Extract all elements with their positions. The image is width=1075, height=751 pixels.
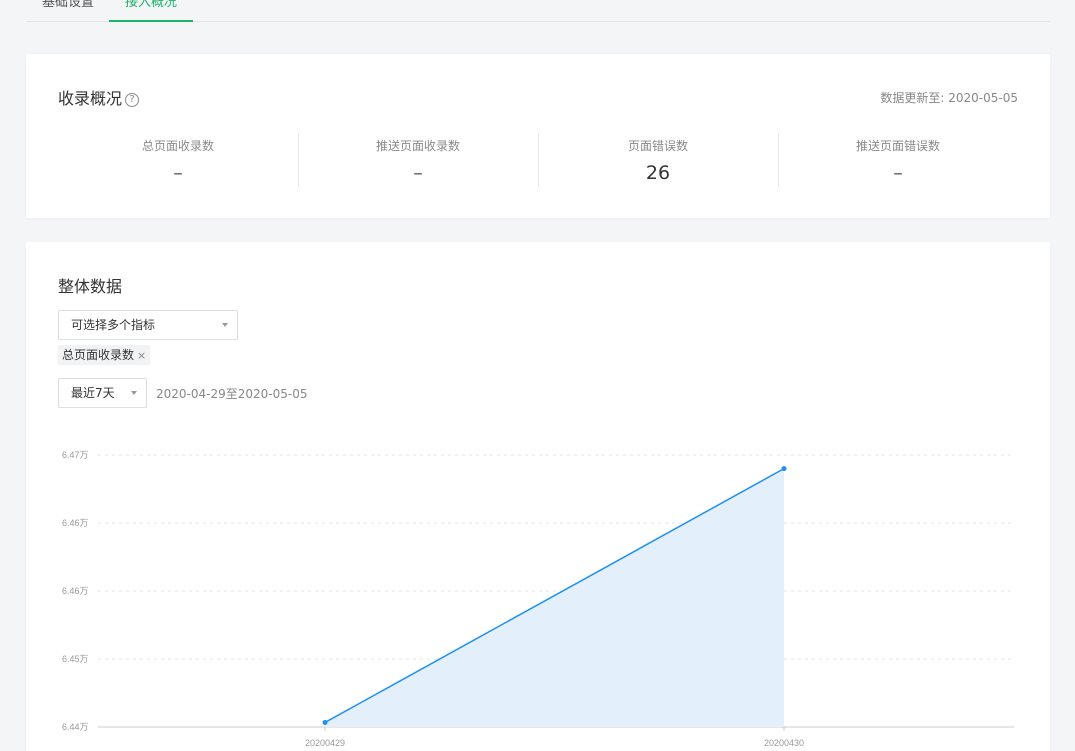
- stat-value: 26: [645, 162, 671, 184]
- metric-select[interactable]: 可选择多个指标: [58, 310, 238, 340]
- close-icon[interactable]: ×: [137, 349, 146, 362]
- stats-row: 总页面收录数 – 推送页面收录数 – 页面错误数 26 推送页面错误数 –: [58, 133, 1018, 187]
- metric-select-placeholder: 可选择多个指标: [71, 318, 156, 332]
- stat-label: 页面错误数: [627, 139, 688, 153]
- tab-bar: 基础设置 接入概况: [26, 0, 1050, 22]
- help-icon[interactable]: ?: [125, 93, 140, 107]
- tag-label: 总页面收录数: [62, 348, 135, 362]
- stat-pushed-errors: 推送页面错误数 –: [778, 133, 1018, 187]
- index-overview-card: 收录概况? 数据更新至: 2020-05-05 总页面收录数 – 推送页面收录数…: [26, 54, 1050, 218]
- overview-title-text: 收录概况: [58, 89, 123, 108]
- caret-down-icon: [222, 323, 228, 327]
- y-tick-label: 6.45万: [62, 654, 89, 664]
- stat-value: –: [893, 162, 903, 184]
- tab-access-overview[interactable]: 接入概况: [109, 0, 194, 22]
- trend-chart: 6.44万 6.45万 6.46万 6.46万 6.47万 20200429 2020043…: [62, 450, 1014, 748]
- time-range-select[interactable]: 最近7天: [58, 378, 147, 408]
- data-point: [781, 466, 787, 472]
- stat-page-errors: 页面错误数 26: [538, 133, 778, 187]
- time-range-value: 最近7天: [71, 386, 115, 400]
- x-tick-label: 20200430: [764, 738, 804, 748]
- stat-label: 推送页面错误数: [855, 139, 940, 153]
- date-range-text: 2020-04-29至2020-05-05: [156, 387, 308, 401]
- caret-down-icon: [131, 391, 137, 395]
- stat-value: –: [173, 162, 183, 184]
- stat-label: 推送页面收录数: [375, 139, 460, 153]
- y-tick-label: 6.44万: [62, 722, 89, 732]
- y-tick-label: 6.47万: [62, 450, 89, 460]
- stat-total-indexed: 总页面收录数 –: [58, 133, 298, 187]
- selected-metric-tag: 总页面收录数 ×: [58, 345, 151, 365]
- stat-label: 总页面收录数: [141, 139, 214, 153]
- overall-title: 整体数据: [58, 277, 123, 296]
- stat-value: –: [413, 162, 423, 184]
- x-tick-label: 20200429: [305, 738, 345, 748]
- y-tick-label: 6.46万: [62, 586, 89, 596]
- data-update-time: 数据更新至: 2020-05-05: [880, 91, 1018, 105]
- overview-title: 收录概况?: [58, 85, 140, 109]
- tab-basic-settings[interactable]: 基础设置: [26, 0, 110, 22]
- overall-data-card: 整体数据 可选择多个指标 总页面收录数 × 最近7天 2020-04-29至202…: [26, 242, 1050, 751]
- stat-pushed-indexed: 推送页面收录数 –: [298, 133, 538, 187]
- data-point: [322, 719, 328, 725]
- y-tick-label: 6.46万: [62, 518, 89, 528]
